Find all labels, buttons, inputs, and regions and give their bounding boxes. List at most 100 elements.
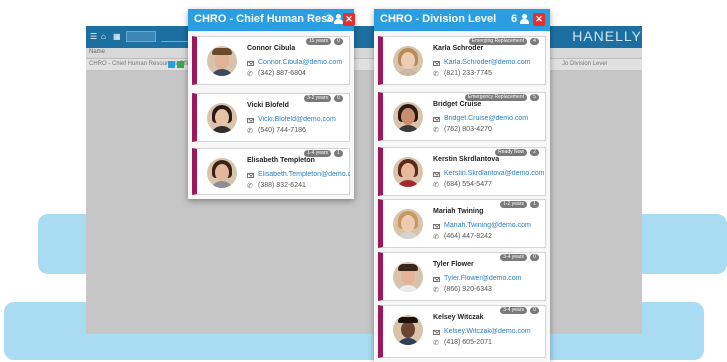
avatar bbox=[393, 157, 423, 187]
candidate-name: Bridget Cruise bbox=[433, 101, 482, 108]
candidate-phone: (418) 605-2071 bbox=[444, 339, 492, 346]
readiness-badge: Emergency Replacement bbox=[464, 94, 527, 101]
avatar bbox=[393, 46, 423, 76]
panel-header[interactable]: CHRO - Division Level 6 ✕ bbox=[374, 9, 550, 31]
candidate-email[interactable]: Karla.Schroder@demo.com bbox=[444, 59, 530, 66]
readiness-badge: 3-2 years bbox=[304, 95, 331, 102]
filter-row: Name bbox=[86, 48, 642, 59]
mail-icon bbox=[247, 61, 254, 66]
candidate-card[interactable]: 3-4 years 0 Tyler Flower Tyler.Flower@de… bbox=[378, 252, 546, 301]
candidate-name: Karla Schroder bbox=[433, 45, 484, 52]
avatar bbox=[393, 315, 423, 345]
phone-icon: ✆ bbox=[433, 287, 439, 294]
candidate-email[interactable]: Vicki.Blofeld@demo.com bbox=[258, 116, 336, 123]
brand-logo: HANELLY bbox=[572, 28, 642, 44]
phone-icon: ✆ bbox=[247, 71, 253, 78]
candidate-phone: (866) 920-6343 bbox=[444, 286, 492, 293]
mail-icon bbox=[247, 173, 254, 178]
phone-icon: ✆ bbox=[247, 128, 253, 135]
candidate-phone: (540) 744-7186 bbox=[258, 127, 306, 134]
row1-label: Name bbox=[89, 49, 106, 55]
candidate-email[interactable]: Connor.Cibula@demo.com bbox=[258, 59, 342, 66]
readiness-badge: Emerging Replacement bbox=[468, 38, 527, 45]
readiness-badge: Ready Now bbox=[495, 149, 527, 156]
green-square-icon[interactable] bbox=[177, 61, 184, 68]
rank-badge: 1 bbox=[334, 150, 343, 157]
rank-badge: 0 bbox=[334, 95, 343, 102]
tab-selector[interactable] bbox=[126, 31, 156, 42]
avatar bbox=[207, 103, 237, 133]
readiness-badge: 1-2 years bbox=[500, 201, 527, 208]
avatar bbox=[393, 262, 423, 292]
mail-icon bbox=[433, 277, 440, 282]
close-button[interactable]: ✕ bbox=[343, 13, 355, 26]
candidate-email[interactable]: Kerstin.Skrdlantova@demo.com bbox=[444, 170, 544, 177]
candidate-name: Mariah Twining bbox=[433, 208, 484, 215]
home-icon[interactable]: ⌂ bbox=[101, 32, 106, 42]
menu-icon[interactable]: ☰ bbox=[90, 32, 97, 42]
candidate-email[interactable]: Bridget.Cruise@demo.com bbox=[444, 115, 528, 122]
candidate-card[interactable]: Emerging Replacement 4 Karla Schroder Ka… bbox=[378, 36, 546, 85]
mail-icon bbox=[433, 224, 440, 229]
panel-title: CHRO - Chief Human Reso... bbox=[194, 13, 344, 25]
candidate-email[interactable]: Tyler.Flower@demo.com bbox=[444, 275, 522, 282]
phone-icon: ✆ bbox=[433, 127, 439, 134]
mail-icon bbox=[247, 118, 254, 123]
candidate-count: 6 bbox=[511, 13, 518, 25]
candidate-name: Kerstin Skrdlantova bbox=[433, 156, 500, 163]
candidate-card[interactable]: Ready Now 2 Kerstin Skrdlantova Kerstin.… bbox=[378, 147, 546, 196]
candidate-phone: (684) 554-5477 bbox=[444, 181, 492, 188]
avatar bbox=[207, 158, 237, 188]
candidate-email[interactable]: Kelsey.Witczak@demo.com bbox=[444, 328, 531, 335]
candidate-card[interactable]: 3-4 years 0 Kelsey Witczak Kelsey.Witcza… bbox=[378, 305, 546, 358]
readiness-badge: 3-4 years bbox=[500, 254, 527, 261]
candidate-card[interactable]: 1-4 years 1 Elisabeth Templeton Elisabet… bbox=[192, 148, 350, 195]
mail-icon bbox=[433, 117, 440, 122]
position-row: CHRO - Chief Human Resources Officer Jo … bbox=[86, 59, 642, 71]
candidate-phone: (464) 447-8242 bbox=[444, 233, 492, 240]
rank-badge: 2 bbox=[530, 149, 539, 156]
candidate-phone: (342) 887-6804 bbox=[258, 70, 306, 77]
candidate-name: Kelsey Witczak bbox=[433, 314, 484, 321]
panel-header[interactable]: CHRO - Chief Human Reso... 3 ✕ bbox=[188, 9, 355, 31]
candidate-name: Tyler Flower bbox=[433, 261, 474, 268]
candidate-name: Vicki Blofeld bbox=[247, 102, 289, 109]
avatar bbox=[393, 209, 423, 239]
rank-badge: 0 bbox=[530, 254, 539, 261]
rank-badge: 0 bbox=[334, 38, 343, 45]
candidate-count: 3 bbox=[326, 13, 333, 25]
succession-panel-chro: CHRO - Chief Human Reso... 3 ✕ 15 years … bbox=[188, 9, 355, 199]
candidate-phone: (388) 832-6241 bbox=[258, 182, 306, 189]
candidate-card[interactable]: Emergency Replacement 5 Bridget Cruise B… bbox=[378, 92, 546, 141]
background-app-window: ☰ ⌂ ▦ HANELLY Name CHRO - Chief Human Re… bbox=[86, 26, 642, 334]
candidate-email[interactable]: Elisabeth.Templeton@demo.com bbox=[258, 171, 350, 178]
person-icon bbox=[334, 14, 343, 24]
readiness-badge: 3-4 years bbox=[500, 307, 527, 314]
rank-badge: 4 bbox=[530, 38, 539, 45]
candidate-card[interactable]: 1-2 years 1 Mariah Twining Mariah.Twinin… bbox=[378, 199, 546, 248]
succession-panel-division: CHRO - Division Level 6 ✕ Emerging Repla… bbox=[374, 9, 550, 362]
rank-badge: 1 bbox=[530, 201, 539, 208]
mail-icon bbox=[433, 330, 440, 335]
readiness-badge: 1-4 years bbox=[304, 150, 331, 157]
candidate-card[interactable]: 15 years 0 Connor Cibula Connor.Cibula@d… bbox=[192, 36, 350, 85]
rank-badge: 0 bbox=[530, 307, 539, 314]
grid-icon[interactable]: ▦ bbox=[113, 32, 121, 42]
phone-icon: ✆ bbox=[433, 234, 439, 241]
row2-right-label: Jo Division Level bbox=[562, 61, 608, 67]
phone-icon: ✆ bbox=[247, 183, 253, 190]
blue-square-icon[interactable] bbox=[168, 61, 175, 68]
stage: ☰ ⌂ ▦ HANELLY Name CHRO - Chief Human Re… bbox=[0, 0, 727, 362]
candidate-phone: (821) 233-7745 bbox=[444, 70, 492, 77]
rank-badge: 5 bbox=[530, 94, 539, 101]
candidate-email[interactable]: Mariah.Twining@demo.com bbox=[444, 222, 531, 229]
candidate-card[interactable]: 3-2 years 0 Vicki Blofeld Vicki.Blofeld@… bbox=[192, 93, 350, 142]
mail-icon bbox=[433, 61, 440, 66]
readiness-badge: 15 years bbox=[305, 38, 331, 45]
panel-title: CHRO - Division Level bbox=[380, 13, 497, 25]
close-button[interactable]: ✕ bbox=[533, 13, 545, 26]
candidate-name: Connor Cibula bbox=[247, 45, 296, 52]
app-top-bar: ☰ ⌂ ▦ HANELLY bbox=[86, 26, 642, 48]
candidate-phone: (762) 803-4270 bbox=[444, 126, 492, 133]
phone-icon: ✆ bbox=[433, 340, 439, 347]
